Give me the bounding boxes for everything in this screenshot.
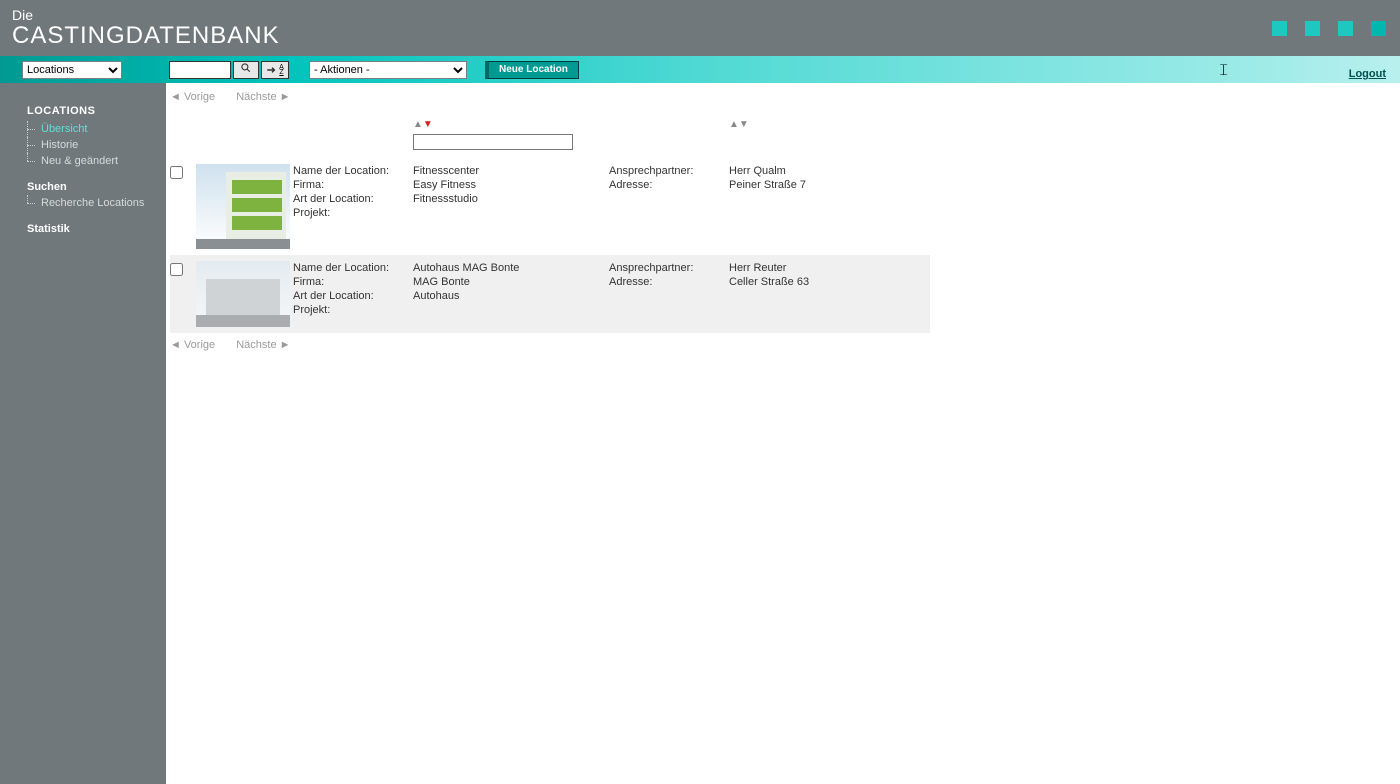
location-thumbnail[interactable]: [196, 261, 290, 327]
location-row[interactable]: Name der Location: Firma: Art der Locati…: [170, 158, 930, 255]
value-ansprech: Herr Reuter: [729, 261, 929, 275]
value-art: Autohaus: [413, 289, 609, 303]
theme-square[interactable]: [1338, 21, 1353, 36]
value-firma: MAG Bonte: [413, 275, 609, 289]
sidebar-item-recherche[interactable]: Recherche Locations: [27, 195, 166, 211]
value-name: Autohaus MAG Bonte: [413, 261, 609, 275]
sort-desc-name[interactable]: ▼: [423, 119, 433, 130]
sort-az-button[interactable]: AZ: [261, 61, 289, 79]
filter-name-input[interactable]: [413, 134, 573, 150]
location-row[interactable]: Name der Location: Firma: Art der Locati…: [170, 255, 930, 333]
label-art: Art der Location:: [293, 289, 413, 303]
sort-asc-name[interactable]: ▲: [413, 119, 423, 130]
app-title: Die CASTINGDATENBANK: [12, 8, 1388, 48]
toolbar: Locations AZ - Aktionen - Neue Location …: [0, 56, 1400, 83]
pager-top: ◄ Vorige Nächste ►: [170, 89, 1400, 105]
label-name: Name der Location:: [293, 261, 413, 275]
theme-square[interactable]: [1305, 21, 1320, 36]
search-input[interactable]: [169, 61, 231, 79]
sort-desc-contact[interactable]: ▼: [739, 119, 749, 130]
arrow-sort-icon: AZ: [266, 64, 284, 76]
value-art: Fitnessstudio: [413, 192, 609, 206]
label-art: Art der Location:: [293, 192, 413, 206]
sidebar-item-uebersicht[interactable]: Übersicht: [27, 121, 166, 137]
pager-bottom: ◄ Vorige Nächste ►: [170, 333, 1400, 353]
value-projekt: [413, 206, 609, 220]
theme-square[interactable]: [1371, 21, 1386, 36]
value-adresse: Peiner Straße 7: [729, 178, 929, 192]
label-firma: Firma:: [293, 178, 413, 192]
search-icon: [240, 62, 252, 77]
sidebar-heading-suchen: Suchen: [0, 169, 166, 195]
sidebar-heading-statistik[interactable]: Statistik: [0, 211, 166, 237]
label-name: Name der Location:: [293, 164, 413, 178]
theme-square[interactable]: [1272, 21, 1287, 36]
value-name: Fitnesscenter: [413, 164, 609, 178]
sidebar-item-neu-geaendert[interactable]: Neu & geändert: [27, 153, 166, 169]
label-projekt: Projekt:: [293, 206, 413, 220]
section-select[interactable]: Locations: [22, 61, 122, 79]
sorter-row: ▲▼ ▲▼: [170, 105, 930, 134]
pager-prev[interactable]: ◄ Vorige: [170, 91, 215, 103]
value-firma: Easy Fitness: [413, 178, 609, 192]
value-ansprech: Herr Qualm: [729, 164, 929, 178]
sidebar: LOCATIONS Übersicht Historie Neu & geänd…: [0, 83, 166, 784]
title-line1: Die: [12, 8, 1388, 23]
header-theme-squares: [1272, 21, 1386, 36]
pager-next[interactable]: Nächste ►: [236, 339, 290, 351]
label-firma: Firma:: [293, 275, 413, 289]
location-thumbnail[interactable]: [196, 164, 290, 249]
pager-prev[interactable]: ◄ Vorige: [170, 339, 215, 351]
row-checkbox[interactable]: [170, 263, 183, 276]
value-projekt: [413, 303, 609, 317]
content-area: ◄ Vorige Nächste ► ▲▼ ▲▼: [166, 83, 1400, 784]
actions-select[interactable]: - Aktionen -: [309, 61, 467, 79]
title-line2: CASTINGDATENBANK: [12, 23, 1388, 48]
label-projekt: Projekt:: [293, 303, 413, 317]
row-checkbox[interactable]: [170, 166, 183, 179]
label-ansprech: Ansprechpartner:: [609, 261, 729, 275]
label-ansprech: Ansprechpartner:: [609, 164, 729, 178]
label-adresse: Adresse:: [609, 275, 729, 289]
sort-asc-contact[interactable]: ▲: [729, 119, 739, 130]
sidebar-heading-locations: LOCATIONS: [0, 105, 166, 121]
value-adresse: Celler Straße 63: [729, 275, 929, 289]
new-location-button[interactable]: Neue Location: [485, 61, 579, 79]
label-adresse: Adresse:: [609, 178, 729, 192]
app-header: Die CASTINGDATENBANK: [0, 0, 1400, 56]
pager-next[interactable]: Nächste ►: [236, 91, 290, 103]
sidebar-item-historie[interactable]: Historie: [27, 137, 166, 153]
search-button[interactable]: [233, 61, 259, 79]
logout-link[interactable]: Logout: [1349, 68, 1386, 80]
